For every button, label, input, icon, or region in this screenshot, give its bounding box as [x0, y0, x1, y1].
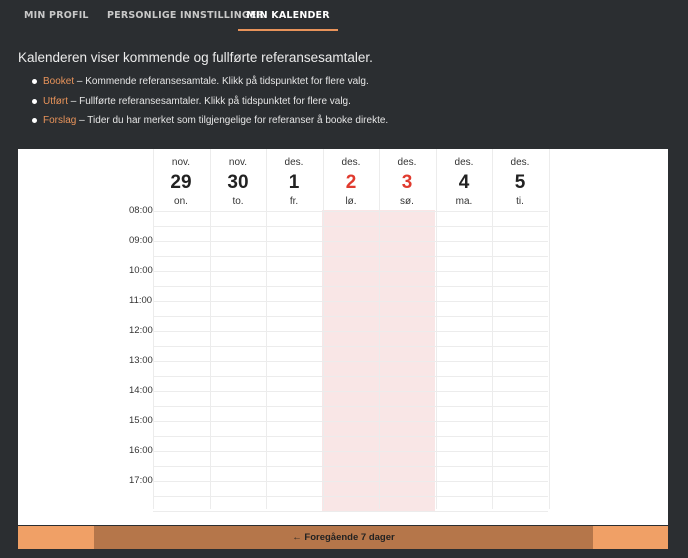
- hour-gridline: [153, 421, 548, 422]
- half-hour-gridline: [153, 406, 548, 407]
- day-month: des.: [397, 157, 417, 168]
- hour-gridline: [153, 331, 548, 332]
- hour-gridline: [153, 271, 548, 272]
- tab-min-kalender[interactable]: MIN KALENDER: [238, 0, 338, 32]
- half-hour-gridline: [153, 466, 548, 467]
- legend-text: – Fullførte referansesamtaler. Klikk på …: [68, 95, 351, 107]
- day-header[interactable]: des. 1 fr.: [266, 157, 322, 208]
- legend-keyword: Forslag: [43, 115, 77, 126]
- hour-label: 11:00: [129, 295, 153, 306]
- hour-label: 15:00: [129, 415, 153, 426]
- day-number: 1: [288, 172, 300, 193]
- legend-text: – Kommende referansesamtale. Klikk på ti…: [74, 76, 369, 87]
- day-column-divider: [549, 149, 550, 509]
- day-number: 30: [227, 172, 249, 193]
- legend-list: Booket – Kommende referansesamtale. Klik…: [32, 75, 388, 134]
- hour-gridline: [153, 391, 548, 392]
- day-weekday: fr.: [289, 196, 299, 207]
- previous-week-button[interactable]: ← Foregående 7 dager: [94, 526, 593, 549]
- day-weekday: lø.: [345, 196, 357, 207]
- legend-item-booket: Booket – Kommende referansesamtale. Klik…: [32, 75, 388, 95]
- day-month: nov.: [171, 157, 191, 168]
- day-month: des.: [341, 157, 361, 168]
- legend-text: – Tider du har merket som tilgjengelige …: [76, 115, 389, 126]
- day-number: 5: [514, 172, 526, 193]
- legend-keyword: Utført: [43, 95, 68, 107]
- calendar-intro: Kalenderen viser kommende og fullførte r…: [18, 50, 373, 65]
- day-month: des.: [454, 157, 474, 168]
- half-hour-gridline: [153, 496, 548, 497]
- hour-gridline: [153, 451, 548, 452]
- day-weekday: ti.: [516, 196, 524, 207]
- day-number: 3: [401, 172, 413, 193]
- day-header[interactable]: des. 5 ti.: [492, 157, 548, 208]
- day-header[interactable]: des. 2 lø.: [323, 157, 379, 208]
- week-calendar: nov. 29 on. nov. 30 to. des. 1 fr. des. 2 lø. des. 3 s…: [18, 149, 668, 525]
- hour-label: 09:00: [129, 235, 153, 246]
- hour-gridline: [153, 511, 548, 512]
- half-hour-gridline: [153, 316, 548, 317]
- day-month: des.: [284, 157, 304, 168]
- day-header[interactable]: des. 3 sø.: [379, 157, 435, 208]
- hour-label: 12:00: [129, 325, 153, 336]
- hour-label: 10:00: [129, 265, 153, 276]
- day-header[interactable]: des. 4 ma.: [436, 157, 492, 208]
- hour-label: 17:00: [129, 475, 153, 486]
- hour-label: 14:00: [129, 385, 153, 396]
- legend-item-utfort: Utført – Fullførte referansesamtaler. Kl…: [32, 95, 388, 115]
- day-header[interactable]: nov. 29 on.: [153, 157, 209, 208]
- legend-keyword: Booket: [43, 76, 75, 87]
- tab-min-profil[interactable]: MIN PROFIL: [24, 0, 89, 32]
- hour-label: 16:00: [129, 445, 153, 456]
- hour-gridline: [153, 301, 548, 302]
- day-month: nov.: [228, 157, 248, 168]
- day-header[interactable]: nov. 30 to.: [210, 157, 266, 208]
- half-hour-gridline: [153, 436, 548, 437]
- half-hour-gridline: [153, 256, 548, 257]
- half-hour-gridline: [153, 346, 548, 347]
- calendar-navigation: ← Foregående 7 dager: [18, 526, 668, 549]
- hour-gridline: [153, 241, 548, 242]
- day-number: 4: [458, 172, 470, 193]
- half-hour-gridline: [153, 226, 548, 227]
- day-weekday: on.: [174, 196, 188, 207]
- half-hour-gridline: [153, 286, 548, 287]
- day-weekday: to.: [232, 196, 244, 207]
- hour-gridline: [153, 211, 548, 212]
- half-hour-gridline: [153, 376, 548, 377]
- legend-item-forslag: Forslag – Tider du har merket som tilgje…: [32, 114, 388, 134]
- day-number: 2: [345, 172, 357, 193]
- hour-gridline: [153, 361, 548, 362]
- hour-label: 08:00: [129, 205, 153, 216]
- tab-bar: MIN PROFIL PERSONLIGE INNSTILLINGER MIN …: [0, 0, 688, 32]
- hour-gridline: [153, 481, 548, 482]
- hour-label: 13:00: [129, 355, 153, 366]
- day-weekday: sø.: [400, 196, 414, 207]
- day-weekday: ma.: [455, 196, 473, 207]
- day-number: 29: [170, 172, 192, 193]
- day-month: des.: [510, 157, 530, 168]
